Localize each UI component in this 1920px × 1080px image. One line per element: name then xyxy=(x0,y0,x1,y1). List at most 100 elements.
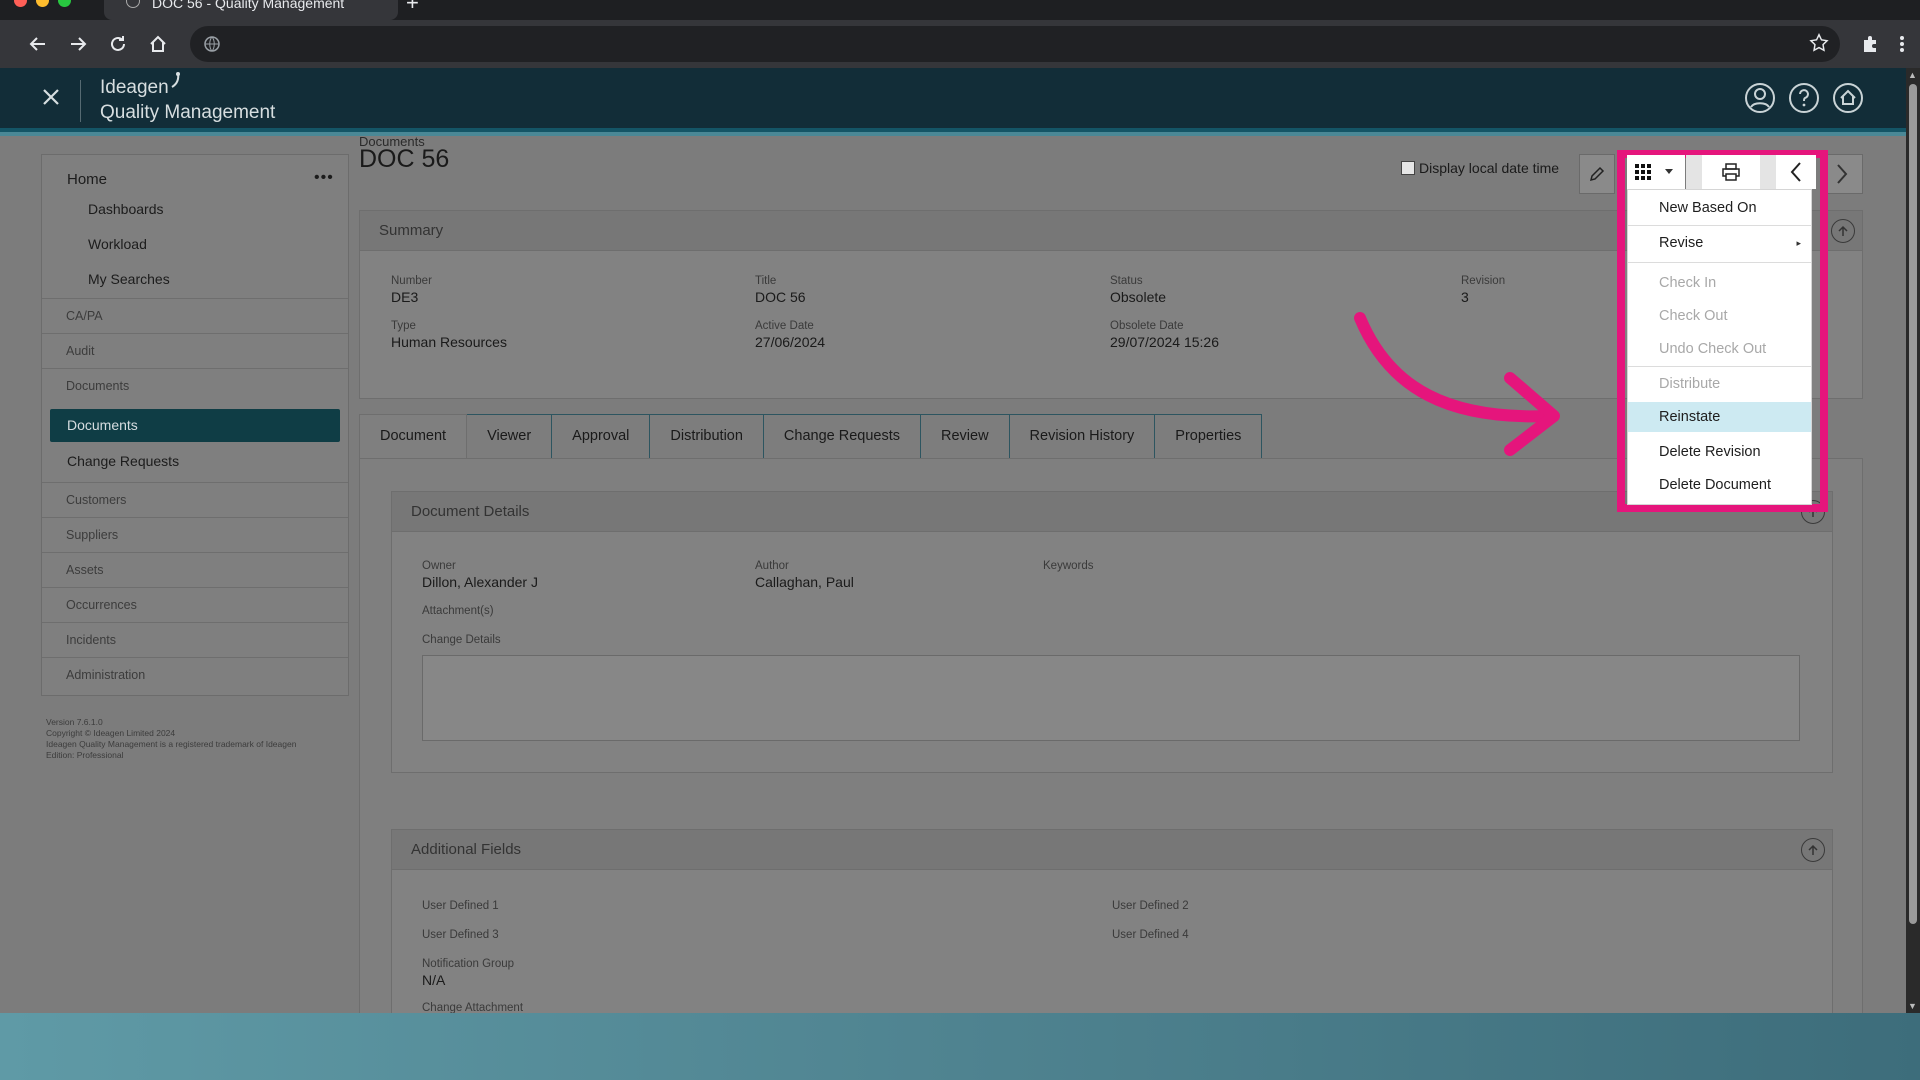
sidebar-item-change-requests[interactable]: Change Requests xyxy=(67,453,179,469)
menu-item-delete-revision[interactable]: Delete Revision xyxy=(1628,437,1811,467)
sidebar-item-my-searches[interactable]: My Searches xyxy=(88,271,170,287)
globe-icon xyxy=(126,0,140,8)
menu-item-undo-check-out[interactable]: Undo Check Out xyxy=(1628,334,1811,364)
window-minimize-dot[interactable] xyxy=(36,0,49,7)
status-value: Obsolete xyxy=(1110,289,1167,305)
sidebar-more-icon[interactable]: ••• xyxy=(314,169,334,187)
menu-item-new-based-on[interactable]: New Based On xyxy=(1628,193,1811,223)
collapse-summary-icon[interactable] xyxy=(1831,219,1855,243)
menu-separator xyxy=(1628,225,1811,226)
user-defined-1-label: User Defined 1 xyxy=(422,900,499,912)
menu-item-distribute[interactable]: Distribute xyxy=(1628,369,1811,399)
menu-item-check-out[interactable]: Check Out xyxy=(1628,301,1811,331)
sidebar-home[interactable]: Home xyxy=(67,171,107,188)
menu-item-delete-document[interactable]: Delete Document xyxy=(1628,470,1811,500)
sidebar-item-workload[interactable]: Workload xyxy=(88,236,147,252)
tab-approval[interactable]: Approval xyxy=(552,414,651,459)
sidebar-section-documents[interactable]: Documents xyxy=(42,368,348,403)
menu-item-check-in[interactable]: Check In xyxy=(1628,268,1811,298)
change-attachment-label: Change Attachment xyxy=(422,1002,524,1013)
local-date-checkbox[interactable] xyxy=(1401,161,1415,175)
notification-group-value: N/A xyxy=(422,972,446,988)
type-label: Type xyxy=(391,320,416,332)
collapse-additional-icon[interactable] xyxy=(1801,838,1825,862)
brand-name: Ideagen xyxy=(100,77,169,98)
pencil-icon xyxy=(1589,166,1605,182)
notification-group-label: Notification Group xyxy=(422,958,515,970)
edit-button[interactable] xyxy=(1579,154,1615,194)
actions-dropdown-menu: New Based On Revise ▸ Check In Check Out… xyxy=(1627,189,1812,505)
forward-button[interactable] xyxy=(62,28,94,60)
user-profile-button[interactable] xyxy=(1743,81,1777,115)
home-nav-button[interactable] xyxy=(1831,81,1865,115)
sidebar-footer: Version 7.6.1.0 Copyright © Ideagen Limi… xyxy=(46,717,316,761)
sidebar-section-administration[interactable]: Administration xyxy=(42,657,348,692)
sidebar-section-incidents[interactable]: Incidents xyxy=(42,622,348,657)
help-icon xyxy=(1789,83,1819,113)
print-button[interactable] xyxy=(1702,155,1760,189)
header-divider xyxy=(80,80,81,122)
browser-tab[interactable]: DOC 56 - Quality Management xyxy=(104,0,398,20)
back-button[interactable] xyxy=(22,28,54,60)
sidebar-section-occurrences[interactable]: Occurrences xyxy=(42,587,348,622)
sidebar-item-dashboards[interactable]: Dashboards xyxy=(88,201,164,217)
attachments-label: Attachment(s) xyxy=(422,605,494,617)
address-bar[interactable] xyxy=(190,26,1840,62)
window-zoom-dot[interactable] xyxy=(58,0,71,7)
new-tab-button[interactable]: + xyxy=(406,0,419,16)
arrow-right-icon xyxy=(71,37,87,51)
browser-nav-bar xyxy=(0,20,1920,68)
local-date-toggle[interactable]: Display local date time xyxy=(1401,160,1559,176)
chevron-right-icon xyxy=(1837,164,1848,184)
toolbar-gap-2 xyxy=(1760,155,1776,189)
reload-icon xyxy=(111,36,125,51)
document-tabs: Document Viewer Approval Distribution Ch… xyxy=(359,414,1263,459)
tab-change-requests[interactable]: Change Requests xyxy=(763,414,921,459)
owner-value: Dillon, Alexander J xyxy=(422,574,538,590)
scroll-down-icon[interactable]: ▼ xyxy=(1908,1001,1917,1011)
tab-distribution[interactable]: Distribution xyxy=(650,414,764,459)
obsolete-date-label: Obsolete Date xyxy=(1110,320,1184,332)
tab-viewer[interactable]: Viewer xyxy=(467,414,553,459)
trademark-text: Ideagen Quality Management is a register… xyxy=(46,739,297,749)
reload-button[interactable] xyxy=(102,28,134,60)
previous-record-button[interactable] xyxy=(1776,155,1816,189)
change-details-field[interactable] xyxy=(422,655,1800,741)
site-info-icon xyxy=(204,36,220,52)
tab-revision-history[interactable]: Revision History xyxy=(1009,414,1156,459)
chevron-left-icon xyxy=(1790,162,1801,182)
close-button[interactable] xyxy=(36,82,66,112)
sidebar-section-customers[interactable]: Customers xyxy=(42,482,348,517)
local-date-label: Display local date time xyxy=(1419,160,1560,176)
owner-label: Owner xyxy=(422,560,456,572)
page-scrollbar[interactable]: ▲ ▼ xyxy=(1906,68,1920,1013)
scroll-up-icon[interactable]: ▲ xyxy=(1908,70,1917,80)
extensions-button[interactable] xyxy=(1854,28,1886,60)
actions-menu-button[interactable] xyxy=(1627,155,1685,189)
author-label: Author xyxy=(755,560,789,572)
user-defined-2-label: User Defined 2 xyxy=(1112,900,1189,912)
menu-item-reinstate[interactable]: Reinstate xyxy=(1628,402,1811,432)
scrollbar-thumb[interactable] xyxy=(1909,84,1917,924)
title-label: Title xyxy=(755,275,777,287)
additional-fields-panel: Additional Fields User Defined 1 User De… xyxy=(391,829,1833,1013)
menu-item-revise[interactable]: Revise ▸ xyxy=(1628,228,1811,258)
window-close-dot[interactable] xyxy=(14,0,27,7)
number-value: DE3 xyxy=(391,289,419,305)
tab-content-document: Document Details Owner Dillon, Alexander… xyxy=(359,458,1863,1013)
tab-review[interactable]: Review xyxy=(921,414,1010,459)
tab-properties[interactable]: Properties xyxy=(1155,414,1263,459)
sidebar-item-documents[interactable]: Documents xyxy=(50,409,340,442)
menu-item-revise-label: Revise xyxy=(1659,235,1704,251)
number-label: Number xyxy=(391,275,432,287)
copyright-text: Copyright © Ideagen Limited 2024 xyxy=(46,728,176,738)
browser-menu-button[interactable] xyxy=(1886,28,1918,60)
home-button[interactable] xyxy=(142,28,174,60)
arrow-left-icon xyxy=(29,37,45,51)
sidebar-section-audit[interactable]: Audit xyxy=(42,333,348,368)
sidebar-section-capa[interactable]: CA/PA xyxy=(42,298,348,333)
sidebar-section-suppliers[interactable]: Suppliers xyxy=(42,517,348,552)
tab-document[interactable]: Document xyxy=(359,414,468,459)
sidebar-section-assets[interactable]: Assets xyxy=(42,552,348,587)
help-button[interactable] xyxy=(1787,81,1821,115)
